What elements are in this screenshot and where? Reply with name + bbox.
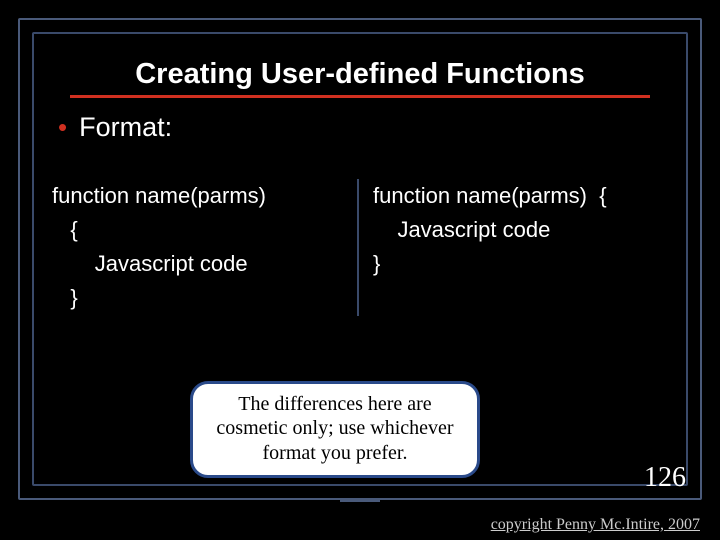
- bullet-row: • Format:: [58, 112, 670, 143]
- bullet-text: Format:: [79, 112, 172, 143]
- code-example-right: function name(parms) { Javascript code }: [359, 179, 670, 315]
- code-example-left: function name(parms) { Javascript code }: [50, 179, 359, 315]
- slide-number: 126: [644, 462, 686, 494]
- callout-note: The differences here are cosmetic only; …: [190, 381, 480, 478]
- copyright-text: copyright Penny Mc.Intire, 2007: [491, 516, 700, 534]
- slide-title: Creating User-defined Functions: [70, 58, 650, 98]
- code-columns: function name(parms) { Javascript code }…: [50, 179, 670, 315]
- bullet-icon: •: [58, 112, 67, 143]
- bottom-notch: [340, 498, 380, 502]
